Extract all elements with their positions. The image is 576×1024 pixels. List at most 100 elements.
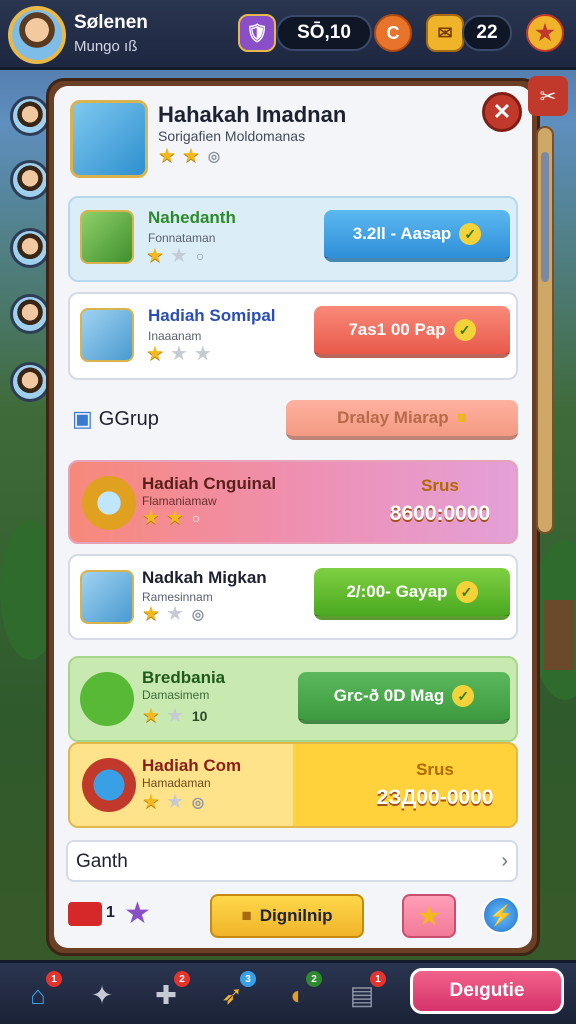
star-icon: ★ [146,343,164,365]
star-icon: ★ [165,791,184,813]
item-thumbnail [80,308,134,362]
coin-icon[interactable]: C [374,14,412,52]
group-action-button[interactable]: Dralay Miarap ■ [286,400,518,440]
list-item[interactable]: Nahedanth Fonnataman ★ ★ ○ 3.2ll - Aasap… [68,196,518,282]
panel-subtitle: Sorigafien Moldomanas [158,128,306,144]
ticket-count: 1 [106,904,115,921]
star-icon: ★ [418,902,440,930]
buy-button[interactable]: 2/:00- Gayap ✓ [314,568,510,620]
shield-icon [80,672,134,726]
panel-scrollbar[interactable] [536,126,554,534]
rocket-icon[interactable]: ➶ 3 [212,971,256,1015]
buy-button-label: 7as1 00 Pap [348,320,446,339]
star-icon: ★ [169,343,188,365]
close-button[interactable]: ✕ [482,92,522,132]
tools-icon[interactable]: ✂ [528,76,568,116]
list-item[interactable]: Hadiah Somipal Inaaanam ★ ★ ★ 7as1 00 Pa… [68,292,518,380]
scrollbar-thumb[interactable] [541,152,549,282]
friend-avatar[interactable] [10,362,50,402]
info-icon: ◎ [191,793,205,810]
chest-icon[interactable]: ▤ 1 [342,971,386,1015]
group-label: GGrup [98,407,159,430]
box-icon: ■ [241,906,252,925]
lightning-icon[interactable]: ⚡ [482,896,520,934]
friend-avatar[interactable] [10,160,50,200]
check-icon: ✓ [453,319,476,341]
star-icon: ★ [142,705,160,727]
search-input[interactable]: Ganth › [66,840,518,882]
home-icon[interactable]: ⌂ 1 [18,971,62,1015]
background-stump [544,600,574,670]
item-title: Nahedanth [148,208,236,227]
star-icon[interactable]: ★ [526,14,564,52]
item-title: Nadkah Migkan [142,568,267,587]
reward-label: Srus [421,476,459,495]
check-icon: ✓ [455,581,478,603]
item-subtitle: Flamaniamaw [142,494,217,508]
speech-icon: ○ [191,510,201,526]
star-icon: ★ [165,603,184,625]
item-thumbnail [80,570,134,624]
star-icon: ★ [142,603,160,625]
info-icon: ◎ [207,147,221,164]
buy-button-label: Grc-ð 0D Mag [333,686,445,705]
friend-avatar[interactable] [10,294,50,334]
item-title: Bredbania [142,668,226,687]
player-avatar[interactable] [8,6,66,64]
favorite-button[interactable]: ★ [402,894,456,938]
item-title: Hadiah Com [142,756,242,775]
friend-avatar[interactable] [10,96,50,136]
play-shield-icon [82,758,136,812]
item-extra: 10 [191,708,208,724]
gift-icon[interactable]: ✉ [426,14,464,52]
item-thumbnail [80,210,134,264]
item-stars: ★ ★ 10 [142,706,207,726]
group-icon: ▣ [72,406,93,431]
star-icon: ★ [181,145,200,167]
buy-button[interactable]: 3.2ll - Aasap ✓ [324,210,510,262]
star-icon: ★ [146,245,164,267]
player-name: Sølenen [74,12,148,33]
list-item[interactable]: Nadkah Migkan Ramesinnam ★ ★ ◎ 2/:00- Ga… [68,554,518,640]
shield-icon[interactable]: 🛡 [238,14,276,52]
player-level: Mungo ıß [74,38,138,55]
top-bar: Sølenen Mungo ıß 🛡 SŌ,10 C ✉ 22 ★ [0,0,576,70]
item-title: Hadiah Cnguinal [142,474,277,493]
main-action-button[interactable]: ■ Dignilnip [210,894,364,938]
main-action-label: Dignilnip [259,906,333,925]
buy-button[interactable]: 7as1 00 Pap ✓ [314,306,510,358]
box-icon: ■ [456,408,467,427]
list-item[interactable]: Bredbania Damasimem ★ ★ 10 Grc-ð 0D Mag … [68,656,518,742]
buy-button-label: 3.2ll - Aasap [352,224,452,243]
list-item[interactable]: Hadiah Com Hamadaman ★ ★ ◎ Srus 2ЗД00-00… [68,742,518,828]
currency-2: 22 [462,15,512,51]
notification-badge: 3 [240,971,256,987]
star-icon: ★ [142,507,160,529]
speech-icon: ○ [195,248,205,264]
currency-1: SŌ,10 [276,15,372,51]
notification-badge: 1 [370,971,386,987]
star-icon: ★ [142,791,160,813]
star-icon: ★ [169,245,188,267]
buy-button[interactable]: Grc-ð 0D Mag ✓ [298,672,510,724]
notification-badge: 1 [46,971,62,987]
horn-icon[interactable]: ◐ 2 [278,971,322,1015]
notification-badge: 2 [306,971,322,987]
item-subtitle: Fonnataman [148,231,216,245]
reward-block: Srus 2ЗД00-0000 [360,760,510,810]
friend-avatar[interactable] [10,228,50,268]
reward-block: Srus 8600:0000 [370,476,510,526]
header-avatar-thumbnail [70,100,148,178]
group-action-label: Dralay Miarap [337,408,449,427]
purple-star-icon[interactable]: ★ [124,896,151,931]
puzzle-icon[interactable]: ✚ 2 [146,971,190,1015]
mirror-icon [82,476,136,530]
list-item[interactable]: Hadiah Cnguinal Flamaniamaw ★ ★ ○ Srus 8… [68,460,518,544]
item-subtitle: Hamadaman [142,776,211,790]
star-icon: ★ [158,145,176,167]
map-icon[interactable]: ✦ [82,975,122,1015]
panel-title: Hahakah Imadnan [158,102,347,127]
ticket-icon[interactable] [68,902,102,926]
navigate-button[interactable]: Deıgutie [410,968,564,1014]
reward-label: Srus [416,760,454,779]
